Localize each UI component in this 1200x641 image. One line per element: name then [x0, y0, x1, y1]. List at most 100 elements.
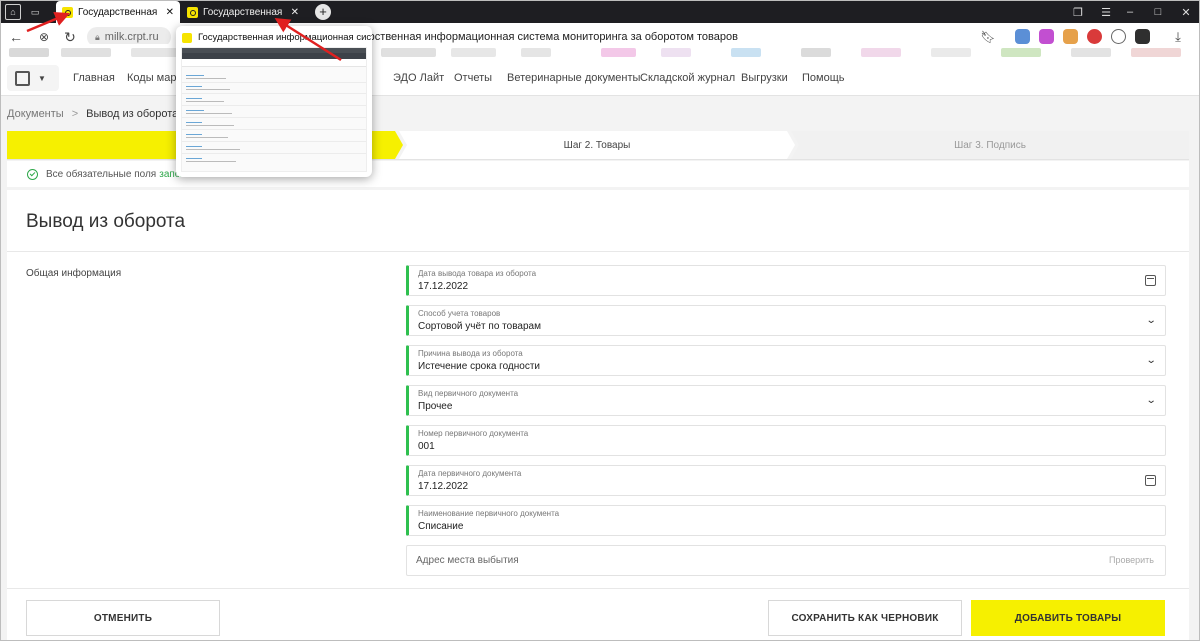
nav-item-exports[interactable]: Выгрузки: [741, 72, 788, 84]
field-value: 17.12.2022: [418, 481, 469, 492]
tab-close-icon[interactable]: ✕: [291, 7, 299, 18]
extension-icon[interactable]: [1087, 29, 1102, 44]
caret-down-icon: ▼: [38, 73, 46, 83]
tab-hover-preview[interactable]: Государственная информационная система..…: [176, 26, 372, 177]
nav-item-help[interactable]: Помощь: [802, 72, 845, 84]
primary-doc-date-field[interactable]: Дата первичного документа 17.12.2022: [406, 465, 1166, 496]
cancel-button[interactable]: ОТМЕНИТЬ: [26, 600, 220, 636]
field-label: Вид первичного документа: [418, 389, 519, 398]
nav-item-warehouse-journal[interactable]: Складской журнал: [640, 72, 735, 84]
address-placeholder: Адрес места выбытия: [416, 555, 519, 566]
nav-item-vet-docs[interactable]: Ветеринарные документы: [507, 72, 640, 84]
bookmark-item[interactable]: [9, 48, 49, 57]
bookmark-item[interactable]: [931, 48, 971, 57]
primary-doc-number-field[interactable]: Номер первичного документа 001: [406, 425, 1166, 456]
field-label: Причина вывода из оборота: [418, 349, 523, 358]
thumb-row: [186, 110, 204, 111]
check-address-link[interactable]: Проверить: [1109, 555, 1154, 565]
chevron-down-icon[interactable]: ⌄: [1145, 315, 1156, 326]
thumb-divider: [182, 105, 366, 106]
thumb-row: [186, 137, 228, 138]
extension-icon[interactable]: [1063, 29, 1078, 44]
thumb-row: [186, 89, 230, 90]
add-goods-button[interactable]: ДОБАВИТЬ ТОВАРЫ: [971, 600, 1165, 636]
bookmark-item[interactable]: [1131, 48, 1181, 57]
step-3: Шаг 3. Подпись: [791, 131, 1189, 159]
extension-icon[interactable]: [1111, 29, 1126, 44]
breadcrumb-current: Вывод из оборота: [86, 108, 179, 120]
withdrawal-reason-select[interactable]: Причина вывода из оборота Истечение срок…: [406, 345, 1166, 376]
extension-icon[interactable]: [1039, 29, 1054, 44]
bookmark-item[interactable]: [661, 48, 691, 57]
withdrawal-date-field[interactable]: Дата вывода товара из оборота 17.12.2022: [406, 265, 1166, 296]
field-label: Номер первичного документа: [418, 429, 529, 438]
breadcrumb-parent[interactable]: Документы: [7, 108, 64, 120]
product-group-icon: [15, 70, 30, 86]
field-value: Списание: [418, 521, 464, 532]
thumb-divider: [182, 153, 366, 154]
thumb-row: [186, 149, 240, 150]
nav-item-reports[interactable]: Отчеты: [454, 72, 492, 84]
site-favicon-icon: [187, 6, 198, 18]
bookmark-item[interactable]: [521, 48, 551, 57]
maximize-icon[interactable]: □: [1143, 1, 1173, 23]
address-field[interactable]: Адрес места выбытия Проверить: [406, 545, 1166, 576]
page-title-bar: ударственная информационная система мони…: [351, 31, 738, 43]
calendar-icon[interactable]: [1145, 275, 1156, 286]
nav-item-home[interactable]: Главная: [73, 72, 115, 84]
preview-title-text: Государственная информационная система..…: [198, 32, 372, 43]
chevron-down-icon[interactable]: ⌄: [1145, 355, 1156, 366]
tab-list-icon[interactable]: ❐: [1063, 1, 1093, 23]
product-group-switcher[interactable]: ▼: [7, 65, 59, 91]
new-tab-button[interactable]: +: [315, 4, 331, 20]
field-value: 17.12.2022: [418, 281, 469, 292]
bookmark-item[interactable]: [1001, 48, 1041, 57]
tab-close-icon[interactable]: ✕: [166, 7, 174, 18]
extension-icon[interactable]: [1015, 29, 1030, 44]
field-label: Дата вывода товара из оборота: [418, 269, 537, 278]
thumb-divider: [182, 117, 366, 118]
accounting-method-select[interactable]: Способ учета товаров Сортовой учёт по то…: [406, 305, 1166, 336]
browser-window: ⌂ ▭ Государственная информ ✕ Государстве…: [0, 0, 1200, 641]
nav-item-edo-lite[interactable]: ЭДО Лайт: [393, 72, 444, 84]
thumb-divider: [182, 141, 366, 142]
bookmark-item[interactable]: [451, 48, 496, 57]
save-draft-button[interactable]: СОХРАНИТЬ КАК ЧЕРНОВИК: [768, 600, 962, 636]
thumb-row: [186, 134, 202, 135]
bookmark-item[interactable]: [1071, 48, 1111, 57]
bookmark-item[interactable]: [61, 48, 111, 57]
field-label: Дата первичного документа: [418, 469, 522, 478]
primary-doc-type-select[interactable]: Вид первичного документа Прочее ⌄: [406, 385, 1166, 416]
site-favicon-icon: [62, 6, 73, 18]
folder-icon[interactable]: ▭: [27, 4, 43, 20]
check-circle-icon: [27, 168, 38, 180]
thumb-row: [186, 86, 202, 87]
close-icon[interactable]: ✕: [1171, 1, 1199, 23]
primary-doc-name-field[interactable]: Наименование первичного документа Списан…: [406, 505, 1166, 536]
step-2[interactable]: Шаг 2. Товары: [399, 131, 795, 159]
thumb-row: [186, 161, 236, 162]
bookmark-item[interactable]: [381, 48, 436, 57]
bookmark-item[interactable]: [601, 48, 636, 57]
breadcrumb: Документы > Вывод из оборота: [7, 108, 178, 120]
thumb-divider: [182, 93, 366, 94]
thumb-row: [186, 122, 202, 123]
thumb-row: [186, 75, 204, 76]
form-card: Вывод из оборота Общая информация Дата в…: [7, 190, 1189, 640]
field-value: 001: [418, 441, 435, 452]
calendar-icon[interactable]: [1145, 475, 1156, 486]
bookmark-item[interactable]: [731, 48, 761, 57]
thumb-bar: [182, 59, 366, 67]
extension-icon[interactable]: [1135, 29, 1150, 44]
bookmark-item[interactable]: [801, 48, 831, 57]
bookmark-item[interactable]: [861, 48, 901, 57]
breadcrumb-separator: >: [71, 108, 79, 120]
chevron-down-icon[interactable]: ⌄: [1145, 395, 1156, 406]
field-label: Способ учета товаров: [418, 309, 501, 318]
minimize-icon[interactable]: –: [1115, 1, 1145, 23]
home-icon[interactable]: ⌂: [5, 4, 21, 20]
tab-active[interactable]: Государственная информ ✕: [56, 1, 180, 23]
preview-title: Государственная информационная система..…: [182, 32, 372, 43]
tab-inactive[interactable]: Государственная инфор ✕: [181, 1, 305, 23]
tab-title: Государственная инфор: [203, 6, 285, 18]
